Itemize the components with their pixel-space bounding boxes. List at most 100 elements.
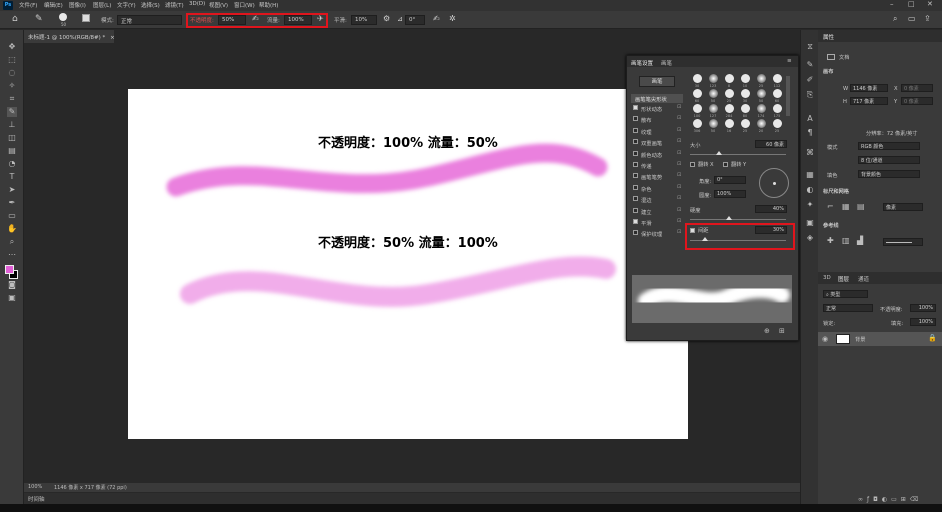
menu-view[interactable]: 视图(V) bbox=[209, 1, 228, 9]
mode-select[interactable]: 正常 bbox=[117, 15, 182, 25]
section-lock-icon[interactable]: ⊡ bbox=[677, 172, 681, 178]
rulers-grid-section-title[interactable]: 标尺和网格 bbox=[823, 188, 849, 195]
menu-help[interactable]: 帮助(H) bbox=[259, 1, 278, 9]
section-checkbox[interactable] bbox=[633, 173, 638, 179]
group-icon[interactable]: ▭ bbox=[891, 496, 901, 503]
brush-section-item[interactable]: 建立 ⊡ bbox=[633, 207, 685, 217]
brush-section-item[interactable]: 传递 ⊡ bbox=[633, 161, 685, 171]
maximize-button[interactable]: □ bbox=[908, 0, 915, 8]
new-layer-icon[interactable]: ⊞ bbox=[901, 496, 910, 503]
tab-3d[interactable]: 3D bbox=[823, 275, 831, 281]
hardness-slider[interactable] bbox=[690, 219, 786, 220]
delete-layer-icon[interactable]: ⌫ bbox=[910, 496, 922, 503]
create-preset-icon[interactable]: ⊞ bbox=[779, 327, 785, 335]
gradient-tool-icon[interactable]: ▤ bbox=[7, 146, 17, 156]
ruler-icon[interactable]: ⌐ bbox=[827, 202, 834, 211]
brush-tip-preset[interactable]: 123 bbox=[706, 74, 720, 88]
brush-tip-preset[interactable]: 60 bbox=[770, 89, 784, 103]
crop-tool-icon[interactable]: ⌗ bbox=[7, 94, 17, 104]
brush-tip-preset[interactable]: 50 bbox=[706, 89, 720, 103]
close-button[interactable]: ✕ bbox=[927, 0, 933, 8]
brush-section-item[interactable]: 散布 ⊡ bbox=[633, 115, 685, 125]
bit-depth-select[interactable]: 8 位/通道 bbox=[858, 156, 920, 164]
section-checkbox[interactable] bbox=[633, 116, 638, 122]
brush-tip-preset[interactable]: 25 bbox=[770, 119, 784, 133]
screen-mode-icon[interactable]: ▣ bbox=[7, 293, 17, 303]
glyphs-icon[interactable]: ⌘ bbox=[805, 148, 815, 158]
brush-tip-preset[interactable]: 10 bbox=[738, 74, 752, 88]
hardness-input[interactable]: 40% bbox=[755, 205, 787, 213]
section-lock-icon[interactable]: ⊡ bbox=[677, 127, 681, 133]
layer-kind-filter[interactable]: ⌕ 类型 bbox=[823, 290, 868, 298]
workspace-icon[interactable]: ▭ bbox=[908, 14, 916, 23]
brush-section-item[interactable]: 保护纹理 ⊡ bbox=[633, 229, 685, 239]
brush-tip-preset[interactable]: 8 bbox=[722, 74, 736, 88]
guide-add-icon[interactable]: ✚ bbox=[827, 236, 834, 245]
size-slider[interactable] bbox=[690, 154, 786, 155]
pressure-size-icon[interactable]: ✍ bbox=[433, 14, 440, 23]
height-input[interactable]: 717 像素 bbox=[850, 97, 888, 105]
clone-source-icon[interactable]: ⎘ bbox=[805, 90, 815, 100]
spacing-checkbox[interactable] bbox=[690, 228, 695, 233]
menu-select[interactable]: 选择(S) bbox=[141, 1, 160, 9]
guides-section-title[interactable]: 参考线 bbox=[823, 222, 839, 229]
menu-type[interactable]: 文字(Y) bbox=[117, 1, 136, 9]
section-lock-icon[interactable]: ⊡ bbox=[677, 161, 681, 167]
section-lock-icon[interactable]: ⊡ bbox=[677, 150, 681, 156]
menu-file[interactable]: 文件(F) bbox=[19, 1, 37, 9]
tab-properties[interactable]: 属性 bbox=[823, 33, 834, 41]
more-tools-icon[interactable]: ⋯ bbox=[7, 250, 17, 260]
foreground-color-swatch[interactable] bbox=[5, 265, 14, 274]
brush-settings-icon[interactable]: ✎ bbox=[805, 60, 815, 70]
brush-section-item[interactable]: 湿边 ⊡ bbox=[633, 195, 685, 205]
brush-tip-preset[interactable]: 306 bbox=[690, 119, 704, 133]
tab-brush-settings[interactable]: 画笔设置 bbox=[631, 59, 653, 67]
brush-tip-preset[interactable]: 25 bbox=[738, 119, 752, 133]
section-checkbox[interactable] bbox=[633, 150, 638, 156]
flip-x-checkbox[interactable] bbox=[690, 162, 695, 167]
section-lock-icon[interactable]: ⊡ bbox=[677, 207, 681, 213]
section-checkbox[interactable] bbox=[633, 139, 638, 145]
section-checkbox[interactable] bbox=[633, 105, 638, 110]
new-brush-icon[interactable]: ⊕ bbox=[764, 327, 770, 335]
close-tab-icon[interactable]: × bbox=[110, 35, 115, 41]
brush-presets-button[interactable]: 画笔 bbox=[639, 76, 675, 87]
document-tab[interactable]: 未标题-1 @ 100%(RGB/8#) * × bbox=[24, 30, 115, 43]
section-lock-icon[interactable]: ⊡ bbox=[677, 229, 681, 235]
marquee-tool-icon[interactable]: ⬚ bbox=[7, 55, 17, 65]
section-checkbox[interactable] bbox=[633, 162, 638, 167]
brush-section-item[interactable]: 纹理 ⊡ bbox=[633, 127, 685, 137]
link-layers-icon[interactable]: ∞ bbox=[858, 496, 867, 503]
angle-roundness-dial[interactable] bbox=[759, 168, 789, 198]
flow-input[interactable]: 100% bbox=[284, 15, 312, 25]
hand-tool-icon[interactable]: ✋ bbox=[7, 224, 17, 234]
brush-tip-preset[interactable]: 284 bbox=[722, 104, 736, 118]
document-info[interactable]: 1146 像素 x 717 像素 (72 ppi) bbox=[54, 484, 127, 491]
menu-image[interactable]: 图像(I) bbox=[69, 1, 86, 9]
x-input[interactable]: 0 像素 bbox=[901, 84, 933, 92]
eraser-tool-icon[interactable]: ◫ bbox=[7, 133, 17, 143]
ruler-unit-select[interactable]: 像素 bbox=[883, 203, 923, 211]
tab-brushes[interactable]: 画笔 bbox=[661, 59, 672, 67]
brush-tip-preset[interactable]: 30 bbox=[738, 89, 752, 103]
brush-section-item[interactable]: 双重画笔 ⊡ bbox=[633, 138, 685, 148]
libraries-icon[interactable]: ▣ bbox=[805, 218, 815, 228]
guide-style-select[interactable] bbox=[883, 238, 923, 246]
layer-fill-input[interactable]: 100% bbox=[910, 318, 936, 326]
search-icon[interactable]: ⌕ bbox=[893, 14, 897, 24]
quick-mask-icon[interactable]: ◙ bbox=[7, 280, 17, 290]
spacing-slider-knob[interactable] bbox=[702, 237, 708, 241]
brush-section-item[interactable]: 平滑 ⊡ bbox=[633, 218, 685, 228]
layer-opacity-input[interactable]: 100% bbox=[910, 304, 936, 312]
guide-layout-icon[interactable]: ▥ bbox=[842, 236, 850, 245]
section-lock-icon[interactable]: ⊡ bbox=[677, 138, 681, 144]
flip-y-checkbox[interactable] bbox=[723, 162, 728, 167]
home-icon[interactable]: ⌂ bbox=[12, 14, 18, 24]
menu-3d[interactable]: 3D(D) bbox=[189, 1, 205, 7]
menu-edit[interactable]: 编辑(E) bbox=[44, 1, 63, 9]
brush-tip-preset[interactable]: 60 bbox=[690, 89, 704, 103]
guide-canvas-icon[interactable]: ▟ bbox=[857, 236, 863, 245]
section-checkbox[interactable] bbox=[633, 219, 638, 224]
pressure-opacity-icon[interactable]: ✍ bbox=[252, 14, 259, 23]
section-lock-icon[interactable]: ⊡ bbox=[677, 184, 681, 190]
